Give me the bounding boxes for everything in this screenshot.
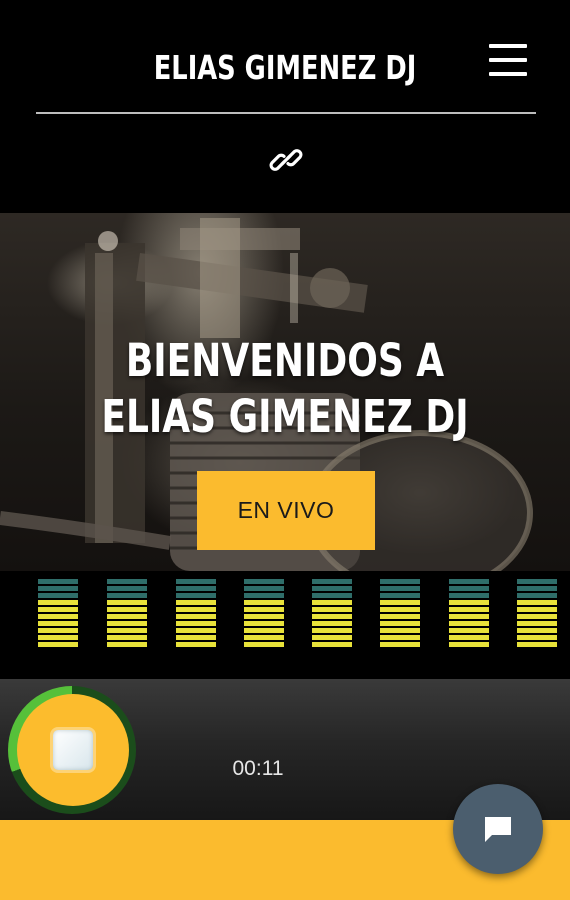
equalizer-segment [107,635,147,640]
equalizer-segment [38,586,78,591]
equalizer-segment [176,642,216,647]
hamburger-menu-icon[interactable] [489,44,529,78]
equalizer-segment [107,614,147,619]
equalizer-segment [107,579,147,584]
hero-title-line2: ELIAS GIMENEZ DJ [101,390,469,443]
equalizer-segment [244,628,284,633]
equalizer-segment [244,607,284,612]
equalizer-segment [449,628,489,633]
hero-banner: BIENVENIDOS A ELIAS GIMENEZ DJ EN VIVO [0,213,570,571]
equalizer-segment [449,579,489,584]
hero-title: BIENVENIDOS A ELIAS GIMENEZ DJ [57,333,513,445]
equalizer-segment [517,642,557,647]
equalizer-segment [312,628,352,633]
equalizer-segment [380,628,420,633]
equalizer-segment [38,628,78,633]
equalizer-segment [449,593,489,598]
equalizer-segment [107,586,147,591]
equalizer-segment [517,586,557,591]
equalizer-segment [517,593,557,598]
equalizer-segment [176,607,216,612]
equalizer-segment [312,635,352,640]
equalizer-segment [449,600,489,605]
hero-title-line1: BIENVENIDOS A [125,334,445,387]
equalizer-segment [176,579,216,584]
equalizer-segment [244,621,284,626]
equalizer-segment [380,579,420,584]
elapsed-time: 00:11 [232,757,284,780]
equalizer-segment [380,635,420,640]
equalizer-segment [176,628,216,633]
equalizer-segment [244,600,284,605]
chat-bubble-icon [485,817,511,842]
equalizer-segment [449,607,489,612]
equalizer-segment [380,621,420,626]
equalizer-segment [176,586,216,591]
equalizer-segment [312,579,352,584]
stop-button[interactable] [17,694,129,806]
equalizer-segment [312,621,352,626]
equalizer-segment [517,600,557,605]
link-icon[interactable] [269,143,303,177]
equalizer-segment [312,614,352,619]
equalizer-segment [38,600,78,605]
equalizer-segment [244,642,284,647]
equalizer-segment [449,642,489,647]
equalizer-segment [517,579,557,584]
equalizer-segment [380,586,420,591]
equalizer-segment [244,579,284,584]
equalizer-segment [449,621,489,626]
equalizer-segment [312,586,352,591]
equalizer-segment [244,593,284,598]
chat-button[interactable] [453,784,543,874]
equalizer-segment [312,593,352,598]
equalizer-segment [517,607,557,612]
equalizer-segment [449,614,489,619]
equalizer-segment [380,607,420,612]
equalizer-segment [244,635,284,640]
audio-equalizer [0,571,570,679]
equalizer-segment [380,642,420,647]
stop-icon [53,730,93,770]
equalizer-segment [107,593,147,598]
live-button[interactable]: EN VIVO [197,471,375,550]
equalizer-segment [176,621,216,626]
header-divider [36,112,536,114]
equalizer-segment [107,621,147,626]
equalizer-segment [244,614,284,619]
equalizer-segment [517,628,557,633]
equalizer-segment [38,642,78,647]
equalizer-segment [38,607,78,612]
equalizer-segment [107,628,147,633]
equalizer-segment [38,593,78,598]
equalizer-segment [176,614,216,619]
app-header: ELIAS GIMENEZ DJ [0,0,570,213]
equalizer-segment [38,579,78,584]
site-title: ELIAS GIMENEZ DJ [153,48,417,87]
equalizer-segment [380,614,420,619]
equalizer-segment [449,586,489,591]
equalizer-segment [312,600,352,605]
equalizer-segment [176,593,216,598]
equalizer-segment [176,635,216,640]
equalizer-segment [107,607,147,612]
equalizer-segment [107,642,147,647]
equalizer-segment [517,635,557,640]
equalizer-segment [449,635,489,640]
equalizer-segment [107,600,147,605]
equalizer-segment [380,600,420,605]
equalizer-segment [38,635,78,640]
equalizer-segment [517,621,557,626]
equalizer-segment [517,614,557,619]
equalizer-segment [312,607,352,612]
equalizer-segment [380,593,420,598]
equalizer-segment [38,614,78,619]
equalizer-segment [244,586,284,591]
equalizer-segment [176,600,216,605]
equalizer-segment [312,642,352,647]
equalizer-segment [38,621,78,626]
